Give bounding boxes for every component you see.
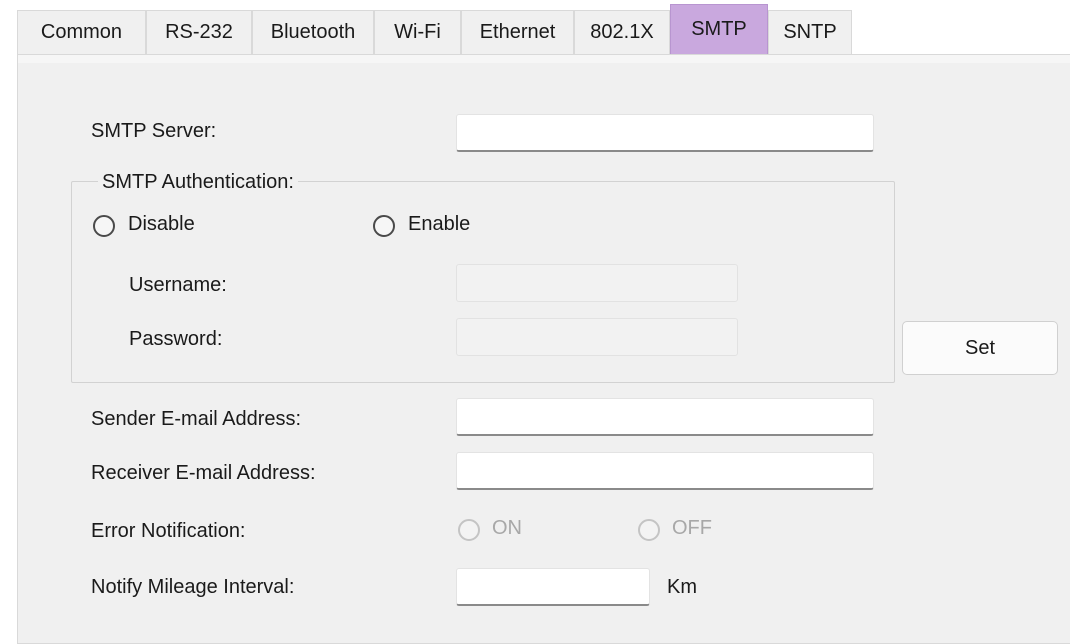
- smtp-server-label: SMTP Server:: [91, 120, 217, 142]
- disable-radio-label[interactable]: Disable: [128, 213, 195, 236]
- password-label: Password:: [129, 328, 223, 350]
- tab-bluetooth[interactable]: Bluetooth: [252, 10, 374, 54]
- error-notification-label: Error Notification:: [91, 520, 246, 542]
- smtp-authentication-title: SMTP Authentication:: [98, 171, 298, 194]
- tab-ethernet[interactable]: Ethernet: [461, 10, 574, 54]
- mileage-unit-label: Km: [667, 576, 697, 598]
- username-label: Username:: [129, 274, 227, 296]
- tab-common[interactable]: Common: [17, 10, 146, 54]
- tab-smtp[interactable]: SMTP: [670, 4, 768, 54]
- username-input[interactable]: [456, 264, 738, 302]
- smtp-settings-panel: SMTP Server: SMTP Authentication: Disabl…: [17, 54, 1070, 644]
- tab-rs-232[interactable]: RS-232: [146, 10, 252, 54]
- password-input[interactable]: [456, 318, 738, 356]
- disable-radio[interactable]: [93, 215, 115, 237]
- smtp-server-input[interactable]: [456, 114, 874, 152]
- tab-wi-fi[interactable]: Wi-Fi: [374, 10, 461, 54]
- tab-bar: Common RS-232 Bluetooth Wi-Fi Ethernet 8…: [0, 0, 1070, 56]
- receiver-email-input[interactable]: [456, 452, 874, 490]
- panel-top-shade: [18, 55, 1070, 63]
- sender-email-label: Sender E-mail Address:: [91, 408, 302, 430]
- receiver-email-label: Receiver E-mail Address:: [91, 462, 316, 484]
- error-notification-off-radio[interactable]: [638, 519, 660, 541]
- mileage-interval-input[interactable]: [456, 568, 650, 606]
- error-notification-off-label[interactable]: OFF: [672, 517, 712, 540]
- set-button[interactable]: Set: [902, 321, 1058, 375]
- error-notification-on-label[interactable]: ON: [492, 517, 522, 540]
- mileage-interval-label: Notify Mileage Interval:: [91, 576, 295, 598]
- enable-radio[interactable]: [373, 215, 395, 237]
- tab-sntp[interactable]: SNTP: [768, 10, 852, 54]
- error-notification-on-radio[interactable]: [458, 519, 480, 541]
- sender-email-input[interactable]: [456, 398, 874, 436]
- tab-802-1x[interactable]: 802.1X: [574, 10, 670, 54]
- enable-radio-label[interactable]: Enable: [408, 213, 470, 236]
